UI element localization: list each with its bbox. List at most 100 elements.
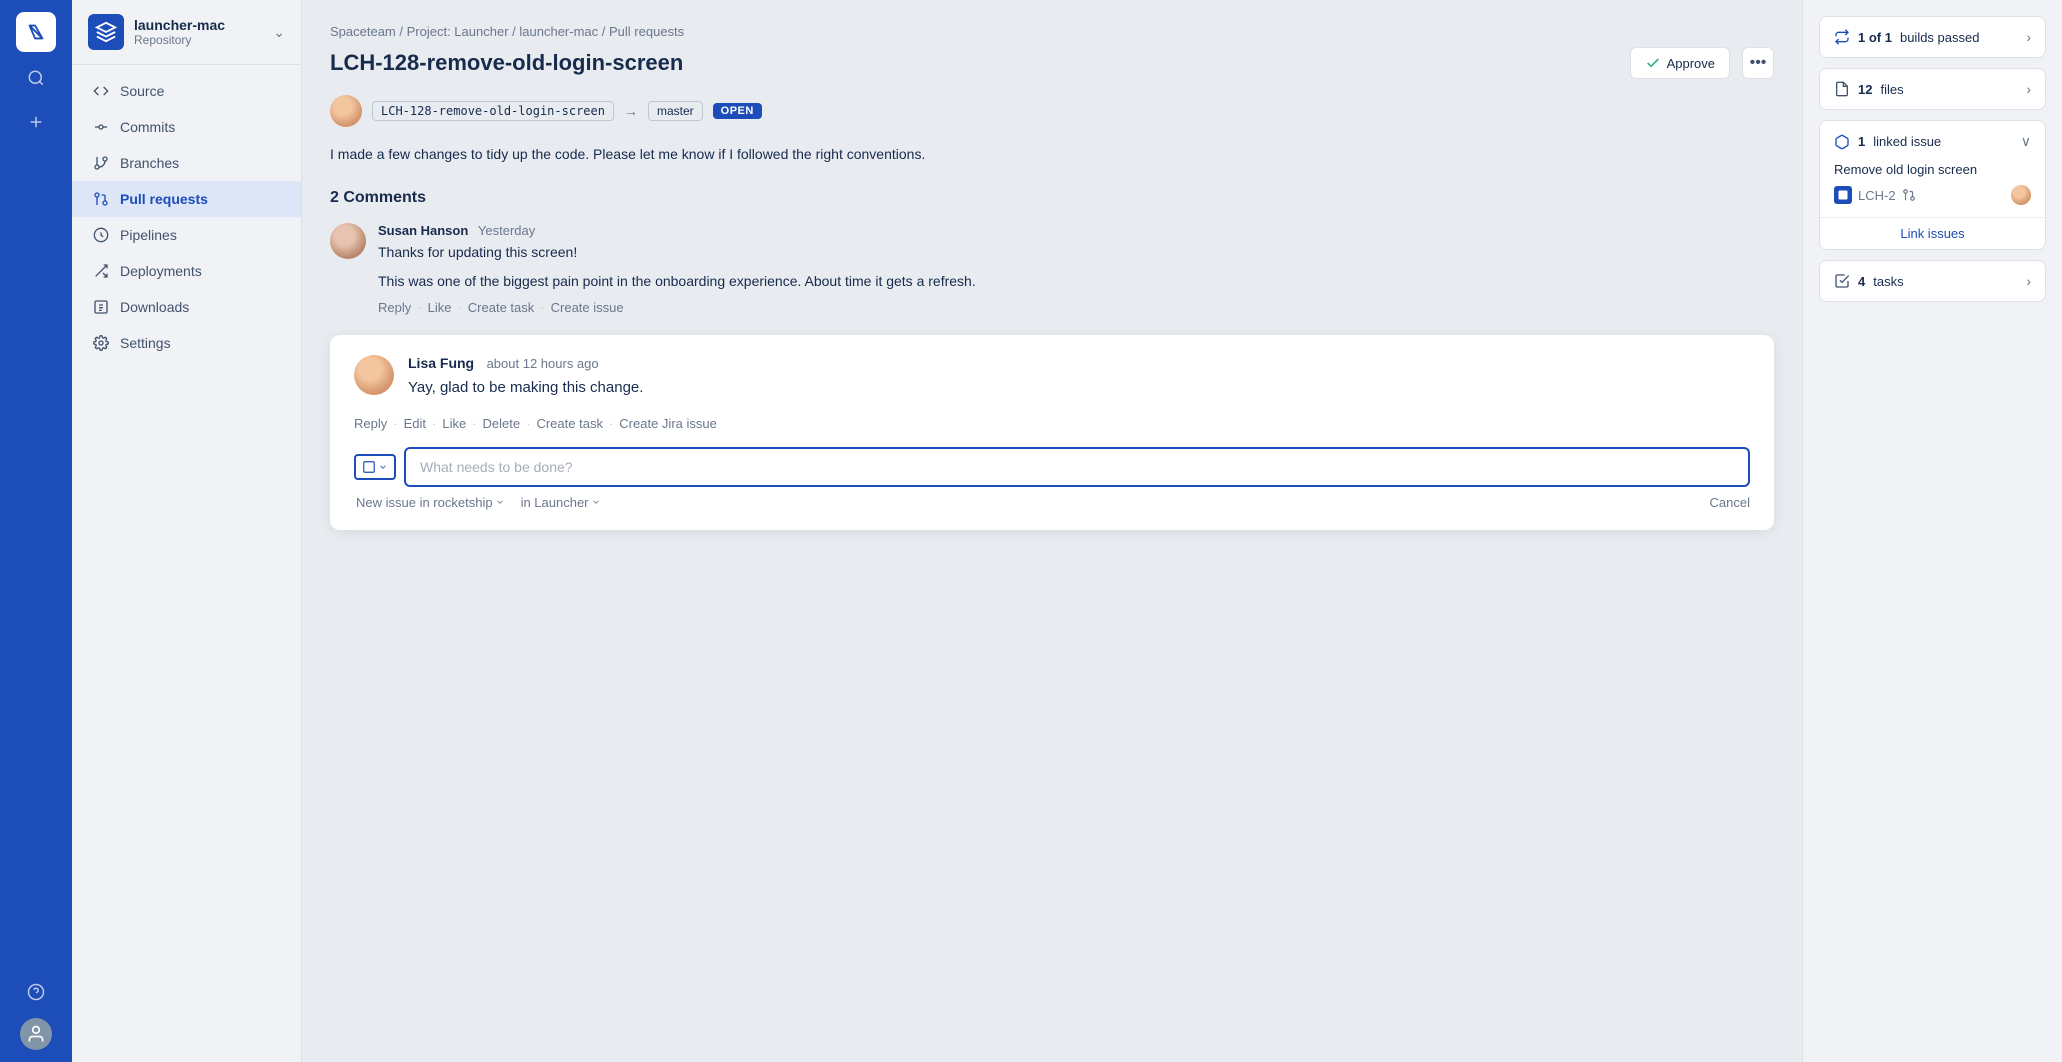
pr-title-row: LCH-128-remove-old-login-screen Approve … <box>330 47 1774 79</box>
linked-issue-pr-icon <box>1902 188 1916 202</box>
files-count: 12 <box>1858 82 1872 97</box>
sidebar-label-commits: Commits <box>120 119 175 135</box>
user-rail-icon[interactable] <box>20 1018 52 1050</box>
floating-like[interactable]: Like <box>442 416 466 431</box>
sidebar-item-downloads[interactable]: Downloads <box>72 289 301 325</box>
task-input-field[interactable] <box>404 447 1750 487</box>
builds-chevron-icon: › <box>2026 29 2031 45</box>
floating-actions: Reply · Edit · Like · Delete · Create ta… <box>354 416 1750 431</box>
linked-issue-row: LCH-2 <box>1834 185 2031 205</box>
comment-text-1b: This was one of the biggest pain point i… <box>378 271 1774 292</box>
floating-reply[interactable]: Reply <box>354 416 387 431</box>
floating-comment-top: Lisa Fung about 12 hours ago Yay, glad t… <box>354 355 1750 400</box>
breadcrumb: Spaceteam / Project: Launcher / launcher… <box>330 24 1774 39</box>
breadcrumb-repo[interactable]: launcher-mac <box>519 24 598 39</box>
approve-button[interactable]: Approve <box>1630 47 1730 79</box>
task-project-text: New issue in rocketship <box>356 495 493 510</box>
pr-status-badge: OPEN <box>713 103 762 119</box>
tasks-count: 4 <box>1858 274 1865 289</box>
repo-avatar <box>88 14 124 50</box>
floating-delete[interactable]: Delete <box>483 416 521 431</box>
sidebar-label-deployments: Deployments <box>120 263 202 279</box>
comment-text-1a: Thanks for updating this screen! <box>378 242 1774 263</box>
linked-issue-chevron-icon: ∨ <box>2021 133 2031 150</box>
breadcrumb-pr[interactable]: Pull requests <box>609 24 684 39</box>
target-branch-pill[interactable]: master <box>648 101 703 121</box>
files-panel-header[interactable]: 12 files › <box>1820 69 2045 109</box>
linked-issue-label: linked issue <box>1873 134 1941 149</box>
comment-body-1: Susan Hanson Yesterday Thanks for updati… <box>378 223 1774 315</box>
sidebar-label-pipelines: Pipelines <box>120 227 177 243</box>
comment-item-1: Susan Hanson Yesterday Thanks for updati… <box>330 223 1774 315</box>
more-options-button[interactable]: ••• <box>1742 47 1774 79</box>
task-input-row <box>354 447 1750 487</box>
breadcrumb-project[interactable]: Project: Launcher <box>407 24 509 39</box>
builds-panel-header[interactable]: 1 of 1 builds passed › <box>1820 17 2045 57</box>
task-sub-left: New issue in rocketship in Launcher <box>356 495 601 510</box>
tasks-label: tasks <box>1873 274 1903 289</box>
create-rail-icon[interactable] <box>18 104 54 140</box>
app-logo[interactable] <box>16 12 56 52</box>
builds-info: 1 of 1 builds passed <box>1834 29 1979 45</box>
pipelines-icon <box>92 226 110 244</box>
sidebar-chevron-icon[interactable]: ⌄ <box>273 24 285 41</box>
left-rail <box>0 0 72 1062</box>
tasks-panel-header[interactable]: 4 tasks › <box>1820 261 2045 301</box>
sidebar-label-settings: Settings <box>120 335 171 351</box>
pr-icon <box>92 190 110 208</box>
floating-edit[interactable]: Edit <box>404 416 426 431</box>
source-branch-pill[interactable]: LCH-128-remove-old-login-screen <box>372 101 614 121</box>
sidebar-item-deployments[interactable]: Deployments <box>72 253 301 289</box>
pr-meta: LCH-128-remove-old-login-screen → master… <box>330 95 1774 127</box>
comment-meta-1: Susan Hanson Yesterday <box>378 223 1774 238</box>
files-info: 12 files <box>1834 81 1904 97</box>
linked-issue-expanded: Remove old login screen LCH-2 <box>1820 162 2045 217</box>
linked-issue-assignee-avatar <box>2011 185 2031 205</box>
comment-create-issue-1[interactable]: Create issue <box>551 300 624 315</box>
comment-reply-1[interactable]: Reply <box>378 300 411 315</box>
linked-issue-id[interactable]: LCH-2 <box>1858 188 1896 203</box>
task-sub-row: New issue in rocketship in Launcher Canc… <box>354 495 1750 510</box>
task-in-text: in Launcher <box>521 495 589 510</box>
commit-icon <box>92 118 110 136</box>
floating-comment-info: Lisa Fung about 12 hours ago Yay, glad t… <box>408 355 643 400</box>
sidebar-label-source: Source <box>120 83 164 99</box>
task-project-link[interactable]: New issue in rocketship <box>356 495 505 510</box>
floating-comment-avatar <box>354 355 394 395</box>
linked-issue-count: 1 <box>1858 134 1865 149</box>
sidebar-item-pipelines[interactable]: Pipelines <box>72 217 301 253</box>
pr-author-avatar <box>330 95 362 127</box>
code-icon <box>92 82 110 100</box>
builds-panel: 1 of 1 builds passed › <box>1819 16 2046 58</box>
sidebar-item-branches[interactable]: Branches <box>72 145 301 181</box>
sidebar-item-settings[interactable]: Settings <box>72 325 301 361</box>
linked-issue-header[interactable]: 1 linked issue ∨ <box>1820 121 2045 162</box>
sidebar-item-pull-requests[interactable]: Pull requests <box>72 181 301 217</box>
files-label: files <box>1880 82 1903 97</box>
comment-like-1[interactable]: Like <box>428 300 452 315</box>
linked-issue-panel: 1 linked issue ∨ Remove old login screen… <box>1819 120 2046 250</box>
deployments-icon <box>92 262 110 280</box>
branches-icon <box>92 154 110 172</box>
sidebar-item-source[interactable]: Source <box>72 73 301 109</box>
task-in-project-link[interactable]: in Launcher <box>521 495 601 510</box>
tasks-info: 4 tasks <box>1834 273 1904 289</box>
builds-label: builds passed <box>1900 30 1980 45</box>
repo-info: launcher-mac Repository <box>134 17 263 47</box>
comments-header: 2 Comments <box>330 189 1774 207</box>
link-issues-button[interactable]: Link issues <box>1820 217 2045 249</box>
breadcrumb-spaceteam[interactable]: Spaceteam <box>330 24 396 39</box>
sidebar-nav: Source Commits Branches Pull requests <box>72 65 301 369</box>
floating-author: Lisa Fung <box>408 355 474 371</box>
sidebar-repo-header[interactable]: launcher-mac Repository ⌄ <box>72 0 301 65</box>
cancel-button[interactable]: Cancel <box>1710 495 1750 510</box>
sidebar-label-pull-requests: Pull requests <box>120 191 208 207</box>
sidebar-item-commits[interactable]: Commits <box>72 109 301 145</box>
floating-create-task[interactable]: Create task <box>536 416 602 431</box>
floating-create-jira[interactable]: Create Jira issue <box>619 416 717 431</box>
help-rail-icon[interactable] <box>18 974 54 1010</box>
comment-create-task-1[interactable]: Create task <box>468 300 534 315</box>
linked-issue-type-icon <box>1834 186 1852 204</box>
search-rail-icon[interactable] <box>18 60 54 96</box>
task-type-button[interactable] <box>354 454 396 480</box>
